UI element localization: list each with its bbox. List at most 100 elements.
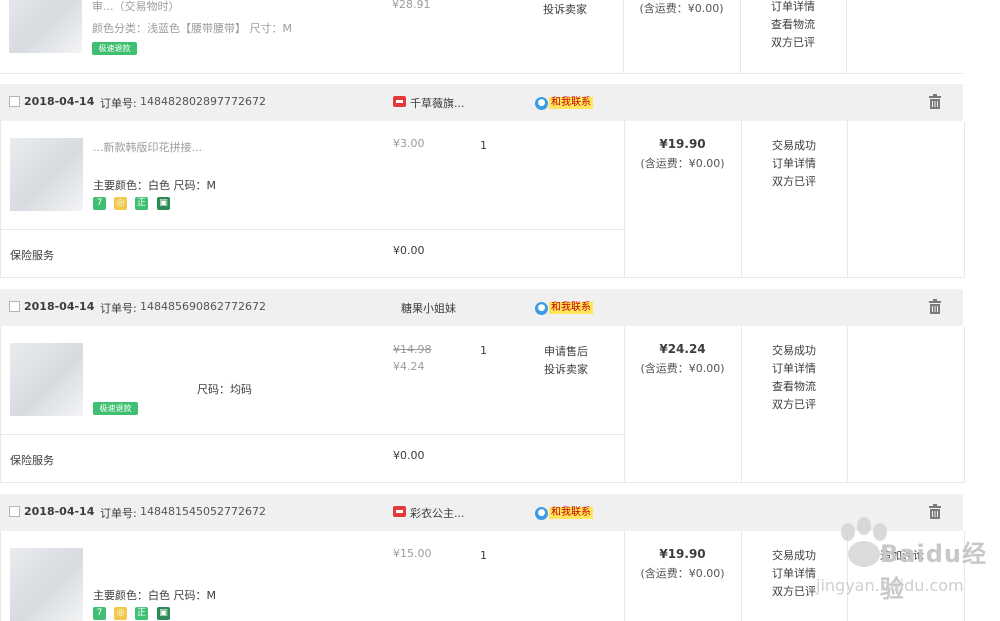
unit-price: ¥4.24 <box>393 360 425 373</box>
shop-name-link[interactable]: 彩衣公主... <box>410 505 465 521</box>
order-list-page: 审...（交易物时） 颜色分类：浅蓝色【腰带腰带】 尺寸：M 极速退款 ¥28.… <box>0 0 1000 621</box>
insurance-price: ¥0.00 <box>393 449 425 462</box>
order-number: 148481545052772672 <box>140 505 266 518</box>
divider <box>847 121 848 277</box>
shipping-note: (含运费：¥0.00) <box>639 2 724 15</box>
order-detail-link[interactable]: 订单详情 <box>772 155 816 173</box>
total-block: (含运费：¥0.00) <box>623 0 740 16</box>
shipping-note: (含运费：¥0.00) <box>640 567 725 580</box>
unit-price: ¥3.00 <box>393 137 425 150</box>
divider <box>1 434 624 435</box>
original-price: ¥14.98 <box>393 343 432 356</box>
contact-seller-button[interactable]: 和我联系 <box>549 97 593 109</box>
order-detail-link[interactable]: 订单详情 <box>771 0 815 16</box>
item-links: 申请售后 投诉卖家 <box>544 343 588 379</box>
total-price: ¥19.90 <box>659 137 706 151</box>
order-card: 2018-04-14 订单号: 148482802897772672 千草薇旗.… <box>0 84 965 278</box>
item-attrs: 颜色分类：浅蓝色【腰带腰带】 尺寸：M <box>92 22 292 35</box>
order-checkbox[interactable] <box>9 301 20 312</box>
both-reviewed-status: 双方已评 <box>772 175 816 188</box>
divider <box>741 121 742 277</box>
shop-name-link[interactable]: 糖果小姐妹 <box>401 300 456 316</box>
contact-seller-button[interactable]: 和我联系 <box>549 507 593 519</box>
tmall-badge: ▣ <box>157 197 170 210</box>
view-logistics-link[interactable]: 查看物流 <box>771 16 815 34</box>
trash-icon[interactable] <box>928 299 942 314</box>
product-thumbnail[interactable] <box>10 138 83 211</box>
seven-day-return-badge: 7 <box>93 197 106 210</box>
total-block: ¥19.90 (含运费：¥0.00) <box>624 137 741 171</box>
unit-price: ¥15.00 <box>393 547 432 560</box>
product-thumbnail[interactable] <box>9 0 82 53</box>
chat-icon[interactable]: ● <box>535 507 548 520</box>
order-number: 148485690862772672 <box>140 300 266 313</box>
complain-seller-link[interactable]: 投诉卖家 <box>543 1 587 17</box>
order-checkbox[interactable] <box>9 506 20 517</box>
order-checkbox[interactable] <box>9 96 20 107</box>
order-date: 2018-04-14 <box>24 95 95 108</box>
chat-icon[interactable]: ● <box>535 97 548 110</box>
insurance-label: 保险服务 <box>10 249 54 262</box>
chat-icon[interactable]: ● <box>535 302 548 315</box>
shipping-note: (含运费：¥0.00) <box>640 157 725 170</box>
order-body: ...新款韩版印花拼接... 主要颜色：白色 尺码：M 7 ◎ 正 ▣ ¥3.0… <box>0 121 965 278</box>
shipping-note: (含运费：¥0.00) <box>640 362 725 375</box>
product-thumbnail[interactable] <box>10 548 83 621</box>
divider <box>740 0 741 73</box>
quantity: 1 <box>480 344 487 357</box>
fast-refund-badge: 极速退款 <box>93 402 138 415</box>
trade-success-status: 交易成功 <box>772 139 816 152</box>
tmall-shop-icon <box>393 506 406 517</box>
total-price: ¥24.24 <box>659 342 706 356</box>
total-block: ¥24.24 (含运费：¥0.00) <box>624 342 741 376</box>
tmall-shop-icon <box>393 96 406 107</box>
total-block: ¥19.90 (含运费：¥0.00) <box>624 547 741 581</box>
divider <box>847 326 848 482</box>
order-card: 2018-04-14 订单号: 148485690862772672 糖果小姐妹… <box>0 289 965 483</box>
shop-name-link[interactable]: 千草薇旗... <box>410 95 465 111</box>
item-attrs: 主要颜色：白色 尺码：M <box>93 589 216 602</box>
total-price: ¥19.90 <box>659 547 706 561</box>
quantity: 1 <box>480 139 487 152</box>
both-reviewed-status: 双方已评 <box>771 36 815 49</box>
genuine-badge: 正 <box>135 197 148 210</box>
complain-seller-link[interactable]: 投诉卖家 <box>544 361 588 379</box>
order-fragment-top: 审...（交易物时） 颜色分类：浅蓝色【腰带腰带】 尺寸：M 极速退款 ¥28.… <box>0 0 963 74</box>
watermark-url: jingyan.baidu.com <box>816 576 964 595</box>
trash-icon[interactable] <box>928 94 942 109</box>
order-no-label: 订单号: <box>100 507 137 520</box>
apply-after-sale-link[interactable]: 申请售后 <box>544 343 588 361</box>
item-title[interactable]: 审...（交易物时） <box>92 0 180 14</box>
both-reviewed-status: 双方已评 <box>772 398 816 411</box>
quantity: 1 <box>480 549 487 562</box>
order-no-label: 订单号: <box>100 302 137 315</box>
insurance-label: 保险服务 <box>10 454 54 467</box>
quality-badge: ◎ <box>114 197 127 210</box>
trade-success-status: 交易成功 <box>772 344 816 357</box>
actions-list: 交易成功 订单详情 双方已评 <box>772 137 816 191</box>
view-logistics-link[interactable]: 查看物流 <box>772 378 816 396</box>
order-number: 148482802897772672 <box>140 95 266 108</box>
actions-list: 订单详情 查看物流 双方已评 <box>771 0 815 52</box>
item-attrs: 尺码：均码 <box>197 383 252 396</box>
genuine-badge: 正 <box>135 607 148 620</box>
item-attrs: 主要颜色：白色 尺码：M <box>93 179 216 192</box>
product-thumbnail[interactable] <box>10 343 83 416</box>
order-date: 2018-04-14 <box>24 505 95 518</box>
actions-list: 交易成功 订单详情 查看物流 双方已评 <box>772 342 816 414</box>
order-header: 2018-04-14 订单号: 148485690862772672 糖果小姐妹… <box>0 289 963 326</box>
divider <box>846 0 847 73</box>
divider <box>741 326 742 482</box>
order-header: 2018-04-14 订单号: 148482802897772672 千草薇旗.… <box>0 84 963 121</box>
order-detail-link[interactable]: 订单详情 <box>772 360 816 378</box>
fast-refund-badge: 极速退款 <box>92 42 137 55</box>
tmall-badge: ▣ <box>157 607 170 620</box>
order-body: 尺码：均码 极速退款 ¥14.98 ¥4.24 1 申请售后 投诉卖家 ¥24.… <box>0 326 965 483</box>
order-date: 2018-04-14 <box>24 300 95 313</box>
insurance-price: ¥0.00 <box>393 244 425 257</box>
unit-price: ¥28.91 <box>392 0 431 11</box>
contact-seller-button[interactable]: 和我联系 <box>549 302 593 314</box>
item-title[interactable]: ...新款韩版印花拼接... <box>93 139 202 155</box>
seven-day-return-badge: 7 <box>93 607 106 620</box>
quality-badge: ◎ <box>114 607 127 620</box>
